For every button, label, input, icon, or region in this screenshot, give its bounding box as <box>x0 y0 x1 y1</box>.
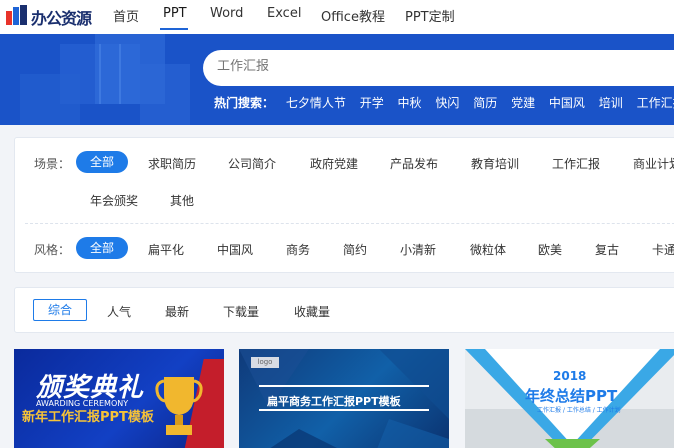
sort-bar: 综合 人气 最新 下载量 收藏量 <box>14 287 674 333</box>
nav-ppt-custom[interactable]: PPT定制 <box>405 6 455 25</box>
style-filter-label: 风格： <box>34 243 71 257</box>
scene-filter-option[interactable]: 年会颁奖 <box>90 192 138 209</box>
style-filter-option[interactable]: 小清新 <box>400 241 436 258</box>
card-rule <box>259 409 429 411</box>
nav-ppt[interactable]: PPT <box>163 6 187 21</box>
site-logo[interactable]: 办公资源 <box>6 3 96 28</box>
scene-filter-label: 场景： <box>34 157 71 171</box>
hot-search-link[interactable]: 中国风 <box>549 96 585 110</box>
search-input[interactable] <box>217 59 617 74</box>
sort-option[interactable]: 下载量 <box>223 303 259 320</box>
style-filter-option[interactable]: 卡通 <box>652 241 674 258</box>
scene-filter-option[interactable]: 政府党建 <box>310 155 358 172</box>
nav-word[interactable]: Word <box>210 6 243 21</box>
style-filter-option[interactable]: 微粒体 <box>470 241 506 258</box>
search-banner: 热门搜索： 七夕情人节 开学 中秋 快闪 简历 党建 中国风 培训 工作汇报 <box>0 34 674 125</box>
filter-panel: 场景： 全部 求职简历 公司简介 政府党建 产品发布 教育培训 工作汇报 商业计… <box>14 137 674 273</box>
template-card[interactable]: 2018 年终总结PPT 工作汇报 / 工作总结 / 工作计划 <box>465 349 674 448</box>
scene-filter-option[interactable]: 工作汇报 <box>552 155 600 172</box>
hot-search-link[interactable]: 开学 <box>360 96 384 110</box>
scene-filter-option[interactable]: 其他 <box>170 192 194 209</box>
hot-search-link[interactable]: 党建 <box>511 96 535 110</box>
hot-searches: 热门搜索： 七夕情人节 开学 中秋 快闪 简历 党建 中国风 培训 工作汇报 <box>214 94 674 111</box>
style-filter-all[interactable]: 全部 <box>76 237 129 259</box>
template-card[interactable]: logo 扁平商务工作汇报PPT模板 <box>239 349 449 448</box>
scene-filter-option[interactable]: 求职简历 <box>148 155 196 172</box>
card-title: 年终总结PPT <box>525 387 618 405</box>
card-logo-placeholder: logo <box>251 357 279 368</box>
logo-icon <box>6 5 27 25</box>
nav-active-indicator <box>160 28 188 30</box>
scene-filter-all[interactable]: 全部 <box>76 151 129 173</box>
card-caption: 新年工作汇报PPT模板 <box>22 410 154 425</box>
style-filter-option[interactable]: 简约 <box>343 241 367 258</box>
sort-option-default[interactable]: 综合 <box>33 299 88 321</box>
hot-search-link[interactable]: 培训 <box>599 96 623 110</box>
style-filter-option[interactable]: 欧美 <box>538 241 562 258</box>
hot-search-link[interactable]: 中秋 <box>398 96 422 110</box>
card-year: 2018 <box>553 369 587 383</box>
hot-search-link[interactable]: 工作汇报 <box>637 96 674 110</box>
card-title: 扁平商务工作汇报PPT模板 <box>267 395 401 408</box>
template-card[interactable]: 颁奖典礼 AWARDING CEREMONY 新年工作汇报PPT模板 <box>14 349 224 448</box>
logo-text: 办公资源 <box>31 9 92 28</box>
hot-search-link[interactable]: 简历 <box>473 96 497 110</box>
sort-option[interactable]: 收藏量 <box>294 303 330 320</box>
sort-option[interactable]: 人气 <box>107 303 131 320</box>
filter-divider <box>25 223 674 224</box>
style-filter-option[interactable]: 扁平化 <box>148 241 184 258</box>
nav-office-tutorial[interactable]: Office教程 <box>321 6 385 25</box>
nav-excel[interactable]: Excel <box>267 6 301 21</box>
nav-home[interactable]: 首页 <box>113 6 139 25</box>
hot-search-link[interactable]: 七夕情人节 <box>286 96 346 110</box>
style-filter-option[interactable]: 复古 <box>595 241 619 258</box>
hot-search-link[interactable]: 快闪 <box>435 96 459 110</box>
style-filter-option[interactable]: 商务 <box>286 241 310 258</box>
hot-searches-label: 热门搜索： <box>214 96 275 110</box>
scene-filter-option[interactable]: 商业计划 <box>633 155 674 172</box>
top-nav: 办公资源 首页 PPT Word Excel Office教程 PPT定制 <box>0 0 674 34</box>
search-box[interactable] <box>203 50 674 86</box>
scene-filter-option[interactable]: 产品发布 <box>390 155 438 172</box>
card-subtitle: 工作汇报 / 工作总结 / 工作计划 <box>537 407 621 414</box>
scene-filter-option[interactable]: 公司简介 <box>228 155 276 172</box>
sort-option[interactable]: 最新 <box>165 303 189 320</box>
style-filter-option[interactable]: 中国风 <box>217 241 253 258</box>
card-rule <box>259 385 429 387</box>
trophy-icon <box>155 377 203 435</box>
scene-filter-option[interactable]: 教育培训 <box>471 155 519 172</box>
